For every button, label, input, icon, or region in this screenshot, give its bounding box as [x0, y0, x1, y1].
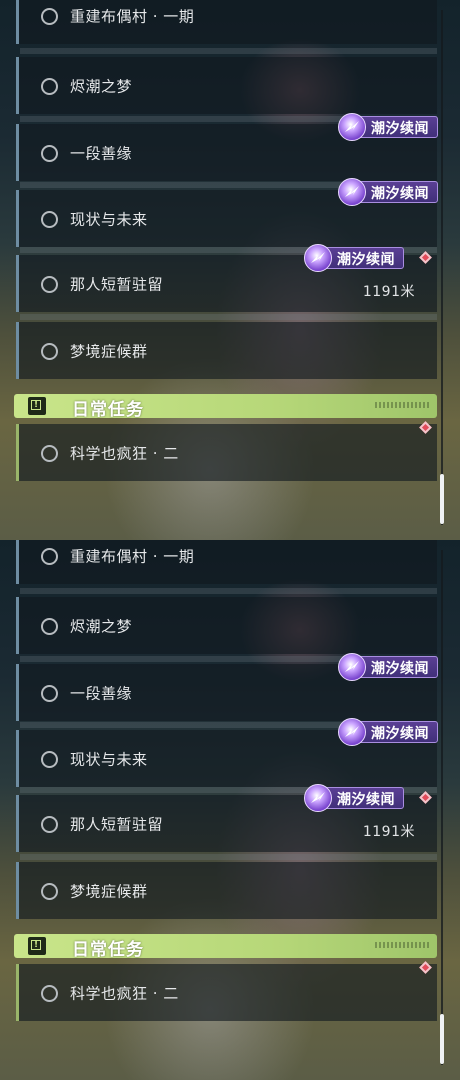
quest-status-ring-icon	[41, 547, 58, 565]
quest-title: 现状与未来	[70, 750, 148, 768]
daily-quests-title: 日常任务	[72, 940, 144, 960]
divider	[20, 48, 437, 54]
quest-title: 梦境症候群	[70, 342, 148, 360]
quest-title: 现状与未来	[70, 210, 148, 228]
quest-distance: 1191米	[362, 284, 415, 300]
quest-panel-top: 重建布偶村 · 一期 烬潮之梦 一段善缘 潮汐续闻 现状与未来 潮汐续闻 那人短…	[0, 0, 460, 540]
divider	[20, 588, 437, 594]
scrollbar-track[interactable]	[441, 10, 443, 525]
badge-label: 潮汐续闻	[371, 121, 429, 137]
quest-panel-bottom: 重建布偶村 · 一期 烬潮之梦 一段善缘 潮汐续闻 现状与未来 潮汐续闻 那人短…	[0, 540, 460, 1080]
badge-label: 潮汐续闻	[337, 252, 395, 268]
tide-badge-icon	[338, 113, 366, 141]
quest-distance: 1191米	[362, 824, 415, 840]
tide-badge-icon	[304, 244, 332, 272]
quest-item-6[interactable]: 梦境症候群	[16, 862, 437, 919]
daily-quest-item[interactable]: 科学也疯狂 · 二	[16, 424, 437, 481]
quest-title: 科学也疯狂 · 二	[70, 984, 179, 1002]
badge-label: 潮汐续闻	[371, 186, 429, 202]
divider	[20, 314, 437, 320]
quest-status-ring-icon	[41, 684, 58, 702]
scrollbar-thumb[interactable]	[440, 474, 444, 524]
daily-quest-icon: !	[28, 937, 46, 955]
tide-story-badge: 潮汐续闻	[304, 784, 404, 812]
quest-status-ring-icon	[41, 617, 58, 635]
tide-story-badge: 潮汐续闻	[304, 244, 404, 272]
quest-item-2[interactable]: 烬潮之梦	[16, 597, 437, 654]
tide-story-badge: 潮汐续闻	[338, 113, 438, 141]
tide-story-badge: 潮汐续闻	[338, 718, 438, 746]
quest-status-ring-icon	[41, 210, 58, 228]
quest-status-ring-icon	[41, 7, 58, 25]
quest-item-2[interactable]: 烬潮之梦	[16, 57, 437, 114]
quest-item-1[interactable]: 重建布偶村 · 一期	[16, 0, 437, 44]
badge-label: 潮汐续闻	[337, 792, 395, 808]
daily-quests-header[interactable]: ! 日常任务	[14, 934, 437, 960]
tide-story-badge: 潮汐续闻	[338, 178, 438, 206]
header-decoration	[375, 942, 431, 948]
quest-title: 一段善缘	[70, 144, 133, 162]
quest-title: 烬潮之梦	[70, 617, 133, 635]
quest-status-ring-icon	[41, 144, 58, 162]
scrollbar-track[interactable]	[441, 550, 443, 1065]
daily-quests-header[interactable]: ! 日常任务	[14, 394, 437, 420]
badge-label: 潮汐续闻	[371, 661, 429, 677]
quest-title: 烬潮之梦	[70, 77, 133, 95]
tide-badge-icon	[338, 653, 366, 681]
quest-item-1[interactable]: 重建布偶村 · 一期	[16, 540, 437, 584]
quest-status-ring-icon	[41, 750, 58, 768]
tide-badge-icon	[338, 718, 366, 746]
quest-status-ring-icon	[41, 815, 58, 833]
quest-status-ring-icon	[41, 275, 58, 293]
quest-title: 那人短暂驻留	[70, 275, 164, 293]
quest-title: 梦境症候群	[70, 882, 148, 900]
daily-quest-item[interactable]: 科学也疯狂 · 二	[16, 964, 437, 1021]
quest-title: 科学也疯狂 · 二	[70, 444, 179, 462]
quest-item-6[interactable]: 梦境症候群	[16, 322, 437, 379]
quest-status-ring-icon	[41, 77, 58, 95]
quest-status-ring-icon	[41, 984, 58, 1002]
quest-title: 那人短暂驻留	[70, 815, 164, 833]
tide-badge-icon	[338, 178, 366, 206]
header-decoration	[375, 402, 431, 408]
badge-label: 潮汐续闻	[371, 726, 429, 742]
quest-title: 重建布偶村 · 一期	[70, 547, 195, 565]
quest-title: 一段善缘	[70, 684, 133, 702]
daily-quest-icon: !	[28, 397, 46, 415]
quest-status-ring-icon	[41, 444, 58, 462]
tide-badge-icon	[304, 784, 332, 812]
scrollbar-thumb[interactable]	[440, 1014, 444, 1064]
daily-quests-title: 日常任务	[72, 400, 144, 420]
divider	[20, 854, 437, 860]
quest-status-ring-icon	[41, 342, 58, 360]
quest-title: 重建布偶村 · 一期	[70, 7, 195, 25]
quest-status-ring-icon	[41, 882, 58, 900]
tide-story-badge: 潮汐续闻	[338, 653, 438, 681]
